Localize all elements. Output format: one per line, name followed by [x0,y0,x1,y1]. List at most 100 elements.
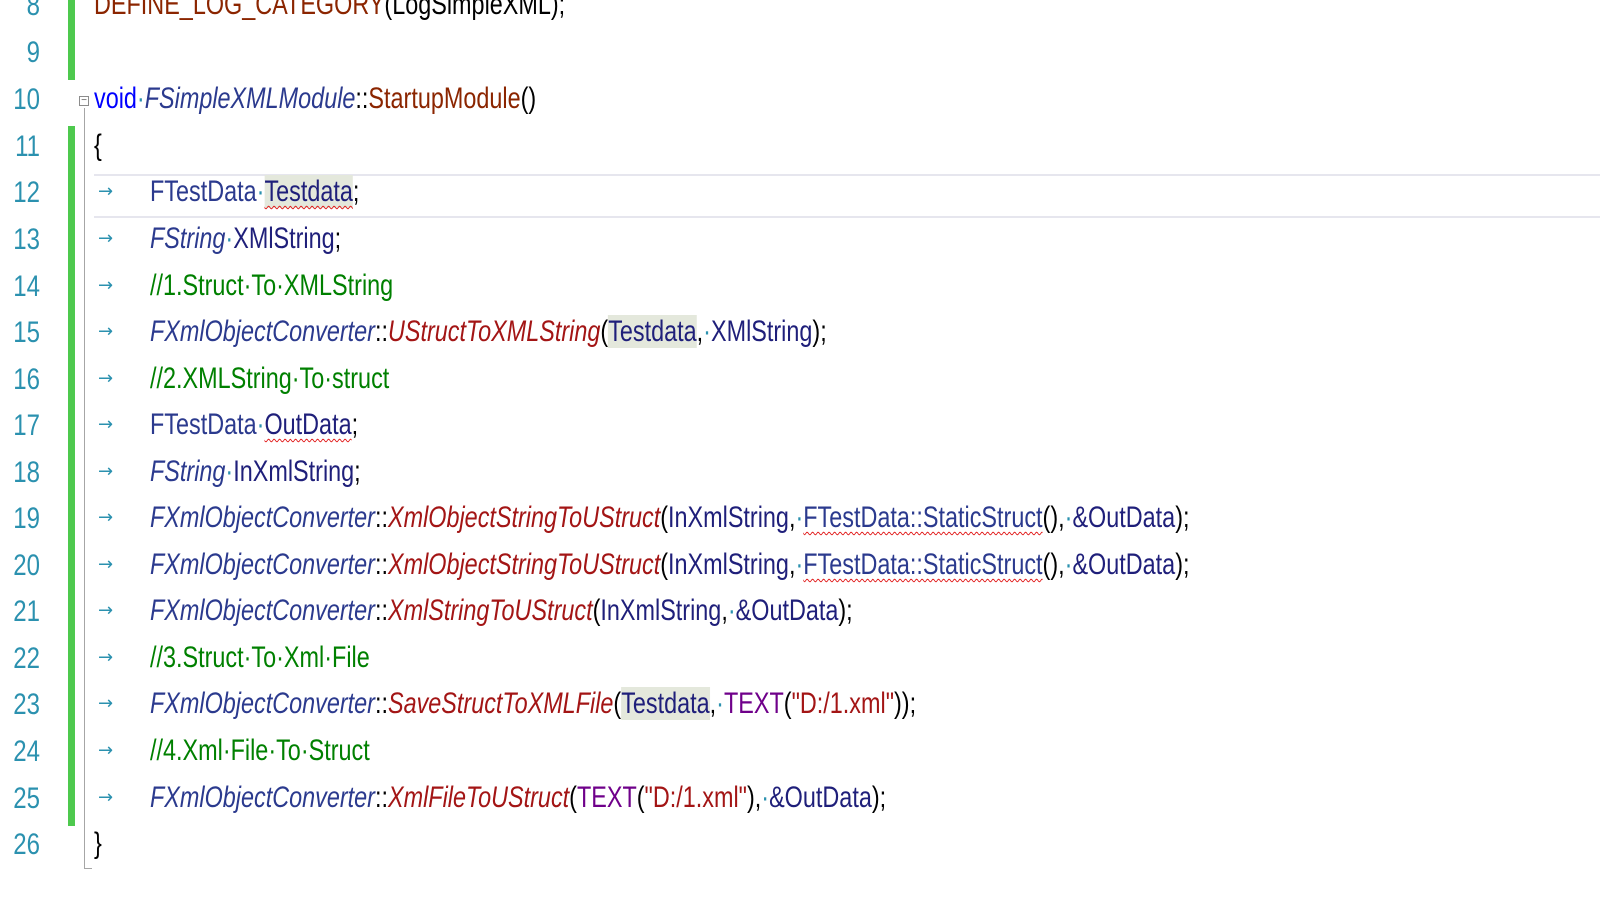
code-token: InXmlString [668,548,789,581]
line-number: 24 [13,735,41,768]
tab-arrow-icon: → [98,321,114,342]
code-token: FXmlObjectConverter [150,687,375,720]
code-line[interactable]: 15 → FXmlObjectConverter::UStructToXMLStri… [0,313,1600,359]
code-token: void [94,82,137,115]
tab-arrow-icon: → [98,368,114,389]
code-text: //4.Xml·File·To·Struct [150,734,370,768]
code-token: :: [355,82,369,115]
code-line[interactable]: 17 → FTestData·OutData; [0,406,1600,452]
code-token: ); [1175,548,1190,581]
code-token: TEXT [723,687,784,720]
line-number: 15 [13,316,41,349]
code-token: · [256,408,265,441]
code-token: FTestData [150,175,257,208]
code-token: FTestData::StaticStruct [803,501,1043,534]
code-token: TEXT [576,781,637,814]
line-number: 9 [26,36,40,69]
code-token: InXmlString [600,594,722,627]
code-token: · [761,781,770,814]
tab-arrow-icon: → [98,507,114,528]
code-text: void·FSimpleXMLModule::StartupModule() [94,82,536,116]
code-line[interactable]: 19 → FXmlObjectConverter::XmlObjectStringT… [0,499,1600,545]
code-text: { [94,129,102,163]
code-token: ( [636,781,645,814]
code-token: ( [613,687,622,720]
code-text: FTestData·Testdata; [150,175,359,209]
code-line[interactable]: 25 → FXmlObjectConverter::XmlFileToUStruct… [0,779,1600,825]
code-token: XmlFileToUStruct [387,781,570,814]
code-line[interactable]: 8 DEFINE_LOG_CATEGORY(LogSimpleXML); [0,0,1600,32]
code-line[interactable]: 26} [0,825,1600,871]
code-token: Testdata [621,687,710,720]
code-token: ; [352,175,360,208]
code-text: FXmlObjectConverter::XmlObjectStringToUS… [150,548,1189,582]
code-token: )); [894,687,917,720]
code-token: · [716,687,724,720]
code-token: :: [374,594,388,627]
line-number: 20 [13,549,41,582]
code-token: Testdata [608,315,697,348]
code-token: XMlString [710,315,813,348]
code-text: //2.XMLString·To·struct [150,362,389,396]
code-token: :: [374,548,388,581]
code-token: · [225,222,234,255]
code-line[interactable]: 16 → //2.XMLString·To·struct [0,360,1600,406]
code-token: InXmlString [233,455,355,488]
code-line[interactable]: 13 → FString·XMlString; [0,220,1600,266]
code-line[interactable]: 11 { [0,127,1600,173]
code-token: ; [334,222,342,255]
code-token: Testdata [264,175,353,208]
code-token: ); [812,315,827,348]
code-token: SaveStructToXMLFile [387,687,614,720]
code-token: DEFINE_LOG_CATEGORY [94,0,385,21]
code-token: FXmlObjectConverter [150,548,375,581]
code-token: :: [374,781,388,814]
code-line[interactable]: 10 void·FSimpleXMLModule::StartupModule() [0,80,1600,126]
line-number: 18 [13,456,41,489]
code-text: FXmlObjectConverter::UStructToXMLString(… [150,315,827,349]
code-token: &OutData [769,781,872,814]
code-line[interactable]: 18 → FString·InXmlString; [0,453,1600,499]
code-token: FXmlObjectConverter [150,594,375,627]
line-number: 8 [26,0,40,22]
code-token: · [795,548,804,581]
code-token: () [520,82,537,115]
tab-arrow-icon: → [98,275,114,296]
tab-arrow-icon: → [98,740,114,761]
code-token: //1.Struct·To·XMLString [150,269,394,302]
code-line[interactable]: 14 → //1.Struct·To·XMLString [0,267,1600,313]
code-token: FTestData::StaticStruct [803,548,1043,581]
code-token: · [136,82,145,115]
code-token: · [256,175,265,208]
tab-arrow-icon: → [98,228,114,249]
code-token: XmlObjectStringToUStruct [387,548,661,581]
line-number: 23 [13,688,41,721]
code-token: UStructToXMLString [387,315,601,348]
code-token: · [703,315,711,348]
code-text: //1.Struct·To·XMLString [150,269,393,303]
code-token: · [727,594,736,627]
code-line[interactable]: 24 → //4.Xml·File·To·Struct [0,732,1600,778]
code-text: FXmlObjectConverter::XmlFileToUStruct (TE… [150,781,886,815]
code-line[interactable]: 20 → FXmlObjectConverter::XmlObjectStringT… [0,546,1600,592]
tab-arrow-icon: → [98,554,114,575]
tab-arrow-icon: → [98,461,114,482]
code-line[interactable]: 22 → //3.Struct·To·Xml·File [0,639,1600,685]
code-token: //2.XMLString·To·struct [150,362,390,395]
code-line[interactable]: 12 → FTestData·Testdata; [0,173,1600,219]
code-text: //3.Struct·To·Xml·File [150,641,370,675]
code-token: ), [746,781,762,814]
code-token: (), [1042,501,1065,534]
code-line[interactable]: 21 → FXmlObjectConverter::XmlStringToUStru… [0,592,1600,638]
code-text: FXmlObjectConverter::XmlStringToUStruct(… [150,594,853,628]
tab-arrow-icon: → [98,600,114,621]
line-number: 14 [13,270,41,303]
line-number: 22 [13,642,41,675]
code-token: "D:/1.xml" [644,781,747,814]
line-number: 10 [13,83,41,116]
code-line[interactable]: 23 → FXmlObjectConverter::SaveStructToXMLF… [0,685,1600,731]
code-text: } [94,827,102,861]
code-editor[interactable]: − 8 DEFINE_LOG_CATEGORY(LogSimpleXML); 9 10… [0,0,1600,900]
code-token: InXmlString [668,501,789,534]
code-line[interactable]: 9 [0,33,1600,79]
